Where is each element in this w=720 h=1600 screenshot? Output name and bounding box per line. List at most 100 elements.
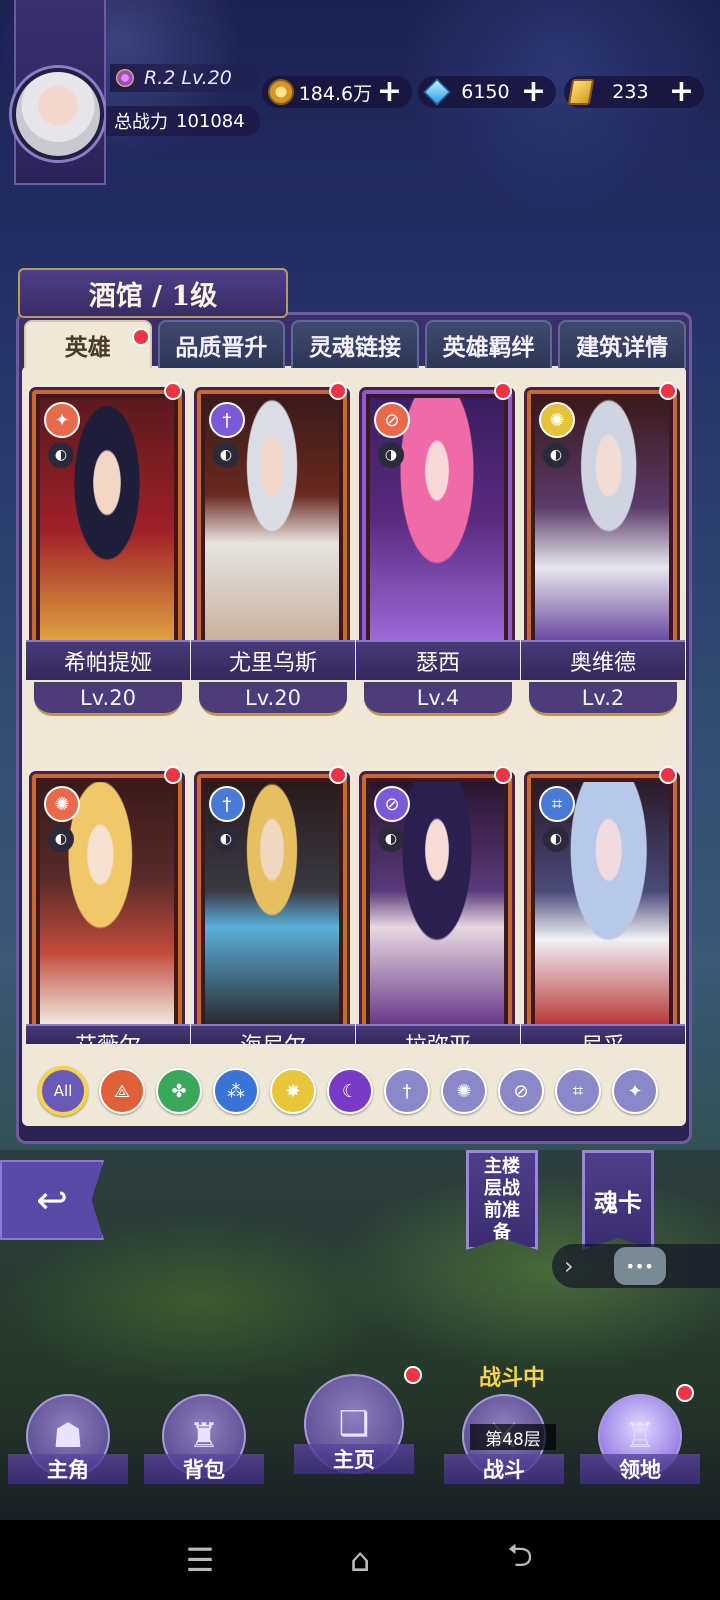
hero-portrait-frame: ✦ ◐ — [32, 390, 182, 648]
hero-level: Lv.20 — [199, 682, 347, 716]
hero-notification-dot — [659, 766, 677, 784]
hero-portrait-frame: ✺ ◐ — [527, 390, 677, 648]
hero-name: 瑟西 — [356, 640, 520, 680]
gold-bar-resource: 233 + — [564, 76, 704, 108]
gold-coin-icon — [268, 79, 294, 105]
territory-notification-dot — [676, 1384, 694, 1402]
nav-label: 主角 — [8, 1454, 128, 1484]
scroll-icon: ⌗ — [539, 786, 575, 822]
hero-name: 尤里乌斯 — [191, 640, 355, 680]
tab-hero-bonds[interactable]: 英雄羁绊 — [424, 320, 553, 368]
hero-portrait-frame: ⊘ ◑ — [362, 390, 512, 648]
tab-building-details[interactable]: 建筑详情 — [558, 320, 686, 368]
nav-label: 领地 — [580, 1454, 700, 1484]
chevron-right-icon[interactable]: › — [564, 1252, 574, 1280]
tab-heroes[interactable]: 英雄 — [24, 320, 152, 368]
floor-prep-button[interactable]: 主楼层战前准备 — [466, 1150, 538, 1250]
nav-bag[interactable]: ♜ 背包 — [144, 1384, 264, 1484]
total-power-label: 总战力 — [114, 112, 168, 133]
hero-name: 奥维德 — [521, 640, 685, 680]
tab-quality-upgrade[interactable]: 品质晋升 — [157, 320, 286, 368]
back-arrow-icon: ↩ — [36, 1178, 68, 1222]
hero-name: 拉弥亚 — [356, 1024, 520, 1044]
dagger-icon: † — [209, 402, 245, 438]
filter-all-button[interactable]: All — [38, 1066, 88, 1116]
nav-label: 主页 — [294, 1444, 414, 1474]
hero-notification-dot — [659, 382, 677, 400]
crystal-value: 6150 — [461, 81, 510, 103]
role-icon: ◑ — [378, 442, 404, 468]
hero-portrait-frame: ⌗ ◐ — [527, 774, 677, 1032]
player-avatar[interactable] — [12, 68, 104, 160]
hero-level: Lv.20 — [34, 682, 182, 716]
hero-card[interactable]: ⊘ ◐ 拉弥亚 — [356, 766, 520, 1056]
shuriken-icon: ✺ — [44, 786, 80, 822]
player-rank-level: R.2 Lv.20 — [144, 67, 232, 89]
role-icon: ◐ — [48, 826, 74, 852]
home-icon[interactable]: ⌂ — [335, 1540, 385, 1580]
menu-icon[interactable]: ☰ — [175, 1540, 225, 1580]
hero-notification-dot — [329, 382, 347, 400]
player-level-bar: R.2 Lv.20 — [110, 64, 260, 92]
clover-icon[interactable]: ✤ — [156, 1068, 202, 1114]
home-notification-dot — [404, 1366, 422, 1384]
chat-bar[interactable]: › ••• — [552, 1244, 720, 1288]
role-icon: ◐ — [543, 442, 569, 468]
hero-name: 海尼尔 — [191, 1024, 355, 1044]
chat-bubble-icon[interactable]: ••• — [613, 1247, 666, 1285]
role-icon: ◐ — [213, 826, 239, 852]
gold-value: 184.6万 — [298, 82, 373, 105]
add-gold-button[interactable]: + — [377, 77, 402, 107]
gold-bar-value: 233 — [612, 81, 649, 103]
hero-card[interactable]: ✦ ◐ 希帕提娅 Lv.20 — [26, 382, 190, 737]
scroll-icon[interactable]: ⌗ — [555, 1068, 601, 1114]
nav-label: 战斗 — [444, 1454, 564, 1484]
total-power-value: 101084 — [176, 110, 245, 132]
panel-tabs: 英雄 品质晋升 灵魂链接 英雄羁绊 建筑详情 — [24, 320, 686, 372]
soul-card-button[interactable]: 魂卡 — [582, 1150, 654, 1250]
hero-name: 艾薇尔 — [26, 1024, 190, 1044]
moon-icon[interactable]: ☾ — [327, 1068, 373, 1114]
hero-card[interactable]: ⌗ ◐ 尼采 — [521, 766, 685, 1056]
triquetra-icon[interactable]: ⟁ — [99, 1068, 145, 1114]
hero-filter-row: All ⟁ ✤ ⁂ ✸ ☾ † ✺ ⊘ ⌗ ✦ — [38, 1062, 678, 1120]
add-crystal-button[interactable]: + — [521, 77, 546, 107]
role-icon: ◐ — [378, 826, 404, 852]
rank-icon — [116, 69, 134, 87]
hero-portrait-frame: † ◐ — [197, 774, 347, 1032]
hero-card[interactable]: † ◐ 海尼尔 — [191, 766, 355, 1056]
system-navigation-bar: ☰ ⌂ ⮌ — [0, 1520, 720, 1600]
battle-floor: 第48层 — [470, 1424, 556, 1450]
gold-bar-icon — [567, 79, 595, 105]
hero-card[interactable]: ⊘ ◑ 瑟西 Lv.4 — [356, 382, 520, 737]
magnifier-icon[interactable]: ⊘ — [498, 1068, 544, 1114]
shuriken-icon[interactable]: ✺ — [441, 1068, 487, 1114]
hero-name: 尼采 — [521, 1024, 685, 1044]
sun-star-icon[interactable]: ✸ — [270, 1068, 316, 1114]
nav-hero[interactable]: ☗ 主角 — [8, 1384, 128, 1484]
hero-card[interactable]: ✺ ◐ 奥维德 Lv.2 — [521, 382, 685, 737]
nav-home[interactable]: ❑ 主页 — [294, 1374, 414, 1474]
tab-soul-link[interactable]: 灵魂链接 — [291, 320, 419, 368]
hero-notification-dot — [329, 766, 347, 784]
crystal-resource: 6150 + — [418, 76, 556, 108]
wing-icon: ✦ — [44, 402, 80, 438]
heroes-tab-notification-dot — [132, 328, 150, 346]
back-icon[interactable]: ⮌ — [495, 1536, 545, 1580]
wing-icon[interactable]: ✦ — [612, 1068, 658, 1114]
hero-card[interactable]: ✺ ◐ 艾薇尔 — [26, 766, 190, 1056]
water-trinity-icon[interactable]: ⁂ — [213, 1068, 259, 1114]
hero-level: Lv.2 — [529, 682, 677, 716]
hero-card[interactable]: † ◐ 尤里乌斯 Lv.20 — [191, 382, 355, 737]
hero-notification-dot — [494, 766, 512, 784]
dagger-icon[interactable]: † — [384, 1068, 430, 1114]
hero-notification-dot — [164, 382, 182, 400]
add-gold-bar-button[interactable]: + — [669, 77, 694, 107]
hero-name: 希帕提娅 — [26, 640, 190, 680]
back-button[interactable]: ↩ — [0, 1160, 104, 1240]
hero-portrait-frame: ✺ ◐ — [32, 774, 182, 1032]
bottom-navigation: ☗ 主角 ♜ 背包 ❑ 主页 ⚔ 战斗 ♖ 领地 — [0, 1360, 720, 1484]
panel-title: 酒馆 / 1级 — [18, 268, 288, 318]
hero-level: Lv.4 — [364, 682, 512, 716]
role-icon: ◐ — [213, 442, 239, 468]
